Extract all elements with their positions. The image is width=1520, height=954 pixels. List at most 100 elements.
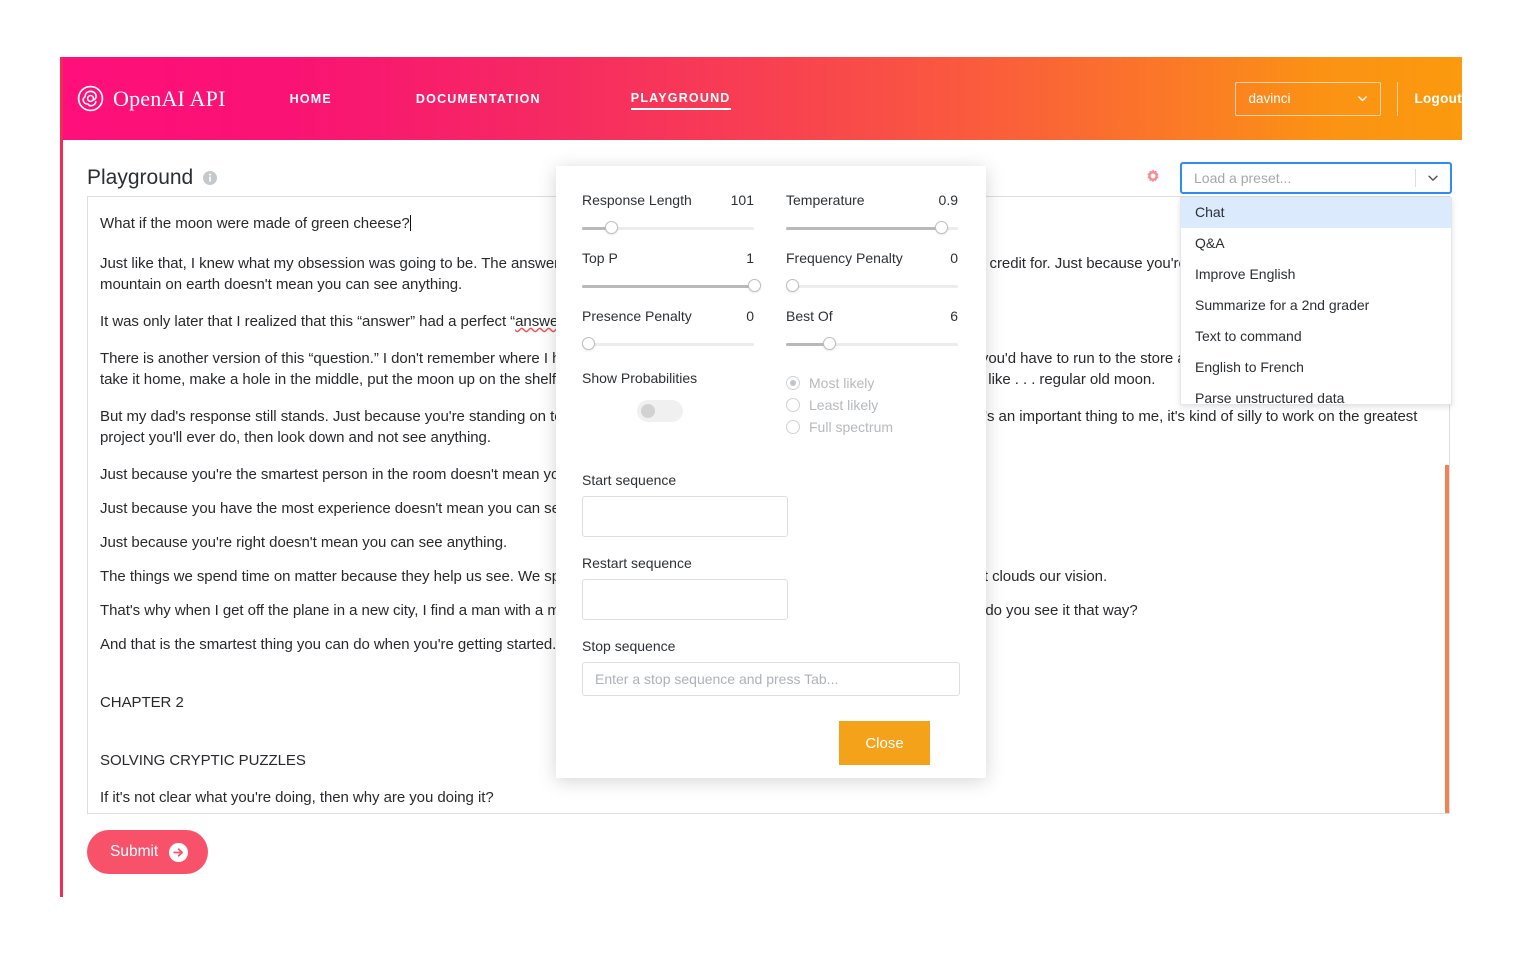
show-probabilities-toggle[interactable] [637,400,683,422]
screen: OpenAI API HOME DOCUMENTATION PLAYGROUND… [0,0,1520,954]
chevron-down-icon [1356,92,1369,105]
prompt-line-1-text: What if the moon were made of green chee… [100,215,410,232]
radio-icon [786,398,800,412]
brand: OpenAI API [77,85,226,112]
slider-label: Presence Penalty [582,308,692,324]
slider-knob[interactable] [935,221,948,234]
slider-top-p: Top P 1 [582,250,754,308]
modal-footer: Close [582,721,958,765]
slider-label: Best Of [786,308,833,324]
slider-value: 101 [731,192,754,208]
radio-full-spectrum[interactable]: Full spectrum [786,416,958,438]
close-button[interactable]: Close [839,721,930,765]
submit-wrap: Submit [87,830,208,874]
arrow-right-circle-icon [168,842,189,863]
stop-sequence-input[interactable]: Enter a stop sequence and press Tab... [582,662,960,696]
preset-caret-button[interactable] [1416,171,1450,185]
page-header-actions: Load a preset... Chat Q&A Improve [1143,162,1452,194]
slider-track[interactable] [786,279,958,293]
slider-track[interactable] [582,279,754,293]
restart-sequence-label: Restart sequence [582,555,958,571]
left-edge-accent [60,57,63,897]
radio-icon [786,376,800,390]
nav-item-playground[interactable]: PLAYGROUND [631,87,731,110]
page-title: Playground [87,166,193,190]
slider-track[interactable] [582,221,754,235]
preset-dropdown-menu: Chat Q&A Improve English Summarize for a… [1180,197,1452,405]
chevron-down-icon [1426,171,1440,185]
radio-least-likely[interactable]: Least likely [786,394,958,416]
slider-value: 1 [746,250,754,266]
slider-knob[interactable] [582,337,595,350]
model-select[interactable]: davinci [1235,82,1381,116]
slider-track-bg [582,343,754,346]
show-probabilities-row: Show Probabilities Most likely Least lik… [582,370,958,438]
slider-track-fill [786,227,941,230]
restart-sequence-input[interactable] [582,579,788,620]
submit-button-label: Submit [110,843,158,861]
toggle-knob [641,404,655,418]
logout-link[interactable]: Logout [1414,91,1462,106]
slider-frequency-penalty: Frequency Penalty 0 [786,250,958,308]
stop-sequence-label: Stop sequence [582,638,958,654]
slider-value: 0 [746,308,754,324]
radio-icon [786,420,800,434]
preset-option-english-to-french[interactable]: English to French [1181,352,1451,383]
preset-option-chat[interactable]: Chat [1181,197,1451,228]
slider-label: Top P [582,250,618,266]
nav-item-documentation[interactable]: DOCUMENTATION [416,88,541,110]
slider-track[interactable] [582,337,754,351]
slider-response-length: Response Length 101 [582,192,754,250]
slider-track[interactable] [786,221,958,235]
page-title-wrap: Playground [87,166,218,190]
slider-knob[interactable] [605,221,618,234]
prompt-paragraph: If it's not clear what you're doing, the… [100,787,1427,808]
openai-logo-icon [77,85,104,112]
brand-name: OpenAI API [113,86,226,112]
slider-knob[interactable] [823,337,836,350]
stop-sequence-placeholder: Enter a stop sequence and press Tab... [595,671,838,687]
slider-presence-penalty: Presence Penalty 0 [582,308,754,366]
slider-value: 0 [950,250,958,266]
settings-modal: Response Length 101 Temperature 0.9 [556,166,986,778]
radio-label: Least likely [809,397,878,413]
preset-input[interactable]: Load a preset... [1180,162,1452,194]
preset-option-improve-english[interactable]: Improve English [1181,259,1451,290]
slider-temperature: Temperature 0.9 [786,192,958,250]
slider-track-bg [786,285,958,288]
slider-grid: Response Length 101 Temperature 0.9 [582,192,958,366]
nav-item-home[interactable]: HOME [290,88,332,110]
slider-best-of: Best Of 6 [786,308,958,366]
slider-knob[interactable] [748,279,761,292]
radio-label: Full spectrum [809,419,893,435]
preset-option-qa[interactable]: Q&A [1181,228,1451,259]
model-select-value: davinci [1248,91,1290,106]
slider-knob[interactable] [786,279,799,292]
preset-box: Load a preset... Chat Q&A Improve [1180,162,1452,194]
radio-most-likely[interactable]: Most likely [786,372,958,394]
start-sequence-label: Start sequence [582,472,958,488]
preset-placeholder: Load a preset... [1194,170,1415,186]
slider-track[interactable] [786,337,958,351]
submit-button[interactable]: Submit [87,830,208,874]
slider-label: Frequency Penalty [786,250,903,266]
slider-value: 0.9 [939,192,958,208]
slider-label: Response Length [582,192,692,208]
preset-option-text-to-command[interactable]: Text to command [1181,321,1451,352]
show-probabilities-label: Show Probabilities [582,370,754,386]
slider-track-fill [582,285,754,288]
gear-icon[interactable] [1143,168,1163,188]
show-probabilities-col: Show Probabilities [582,370,754,438]
preset-option-parse-unstructured-data[interactable]: Parse unstructured data [1181,383,1451,405]
slider-label: Temperature [786,192,865,208]
top-navbar: OpenAI API HOME DOCUMENTATION PLAYGROUND… [60,57,1462,140]
slider-value: 6 [950,308,958,324]
info-icon[interactable] [202,170,218,186]
preset-option-summarize-2nd-grader[interactable]: Summarize for a 2nd grader [1181,290,1451,321]
radio-label: Most likely [809,375,874,391]
text-cursor [410,215,411,231]
nav-links: HOME DOCUMENTATION PLAYGROUND [290,87,731,110]
probability-mode-list: Most likely Least likely Full spectrum [786,370,958,438]
nav-right: davinci Logout [1235,57,1462,140]
start-sequence-input[interactable] [582,496,788,537]
